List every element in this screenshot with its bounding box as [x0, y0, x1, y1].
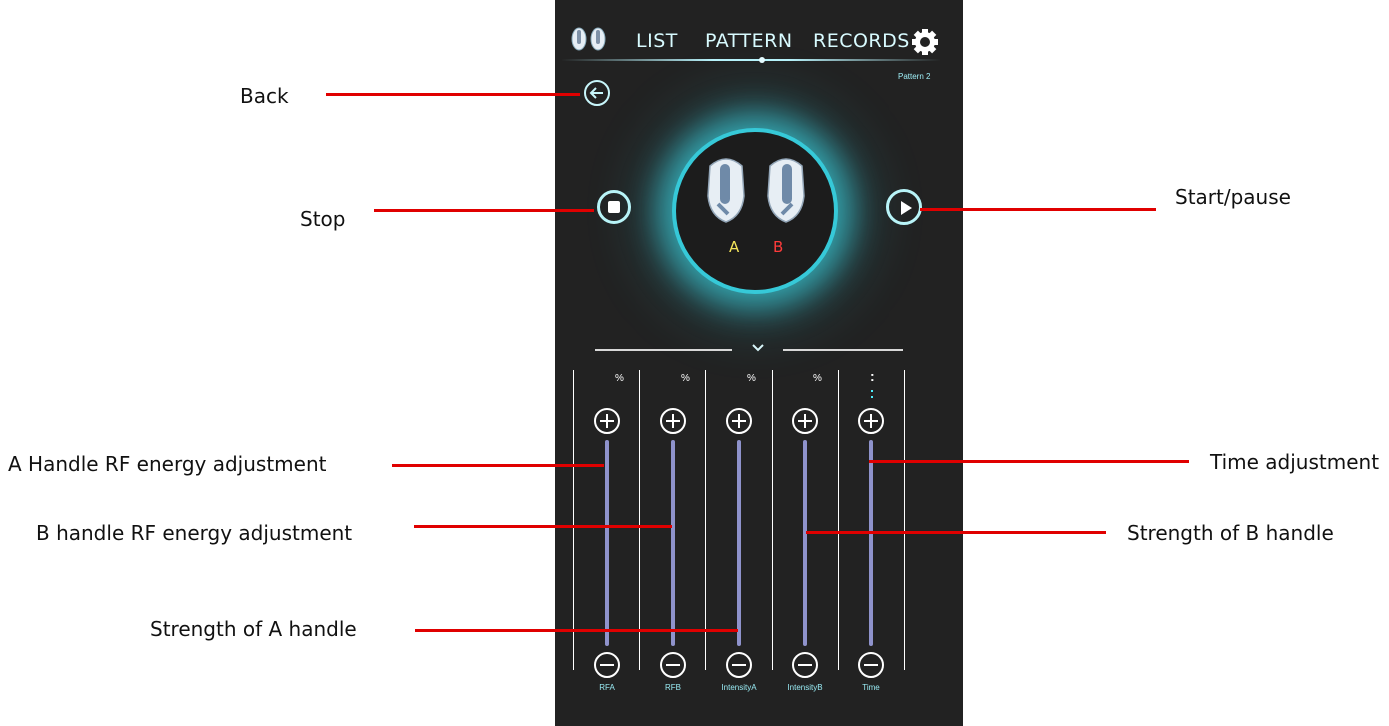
annotation-time: Time adjustment [1210, 450, 1380, 474]
stop-icon [608, 201, 620, 213]
rfa-plus-button[interactable] [593, 407, 621, 435]
column-separator [772, 370, 773, 670]
intensity-b-unit: % [813, 373, 822, 384]
intensity-b-label: IntensityB [787, 683, 823, 692]
rfa-slider-track[interactable] [605, 440, 609, 646]
handles-display: A B [676, 132, 834, 290]
annotation-line-rfa [392, 464, 604, 467]
rfb-plus-button[interactable] [659, 407, 687, 435]
chevron-down-icon[interactable] [751, 343, 765, 353]
nav-underline [561, 59, 941, 61]
rfb-minus-button[interactable] [659, 651, 687, 679]
time-dot-indicator [871, 390, 873, 392]
annotation-line-start [920, 208, 1156, 211]
annotation-line-time [869, 460, 1189, 463]
column-separator [705, 370, 706, 670]
handles-logo-icon[interactable] [569, 26, 609, 54]
annotation-stop: Stop [300, 207, 346, 231]
annotation-start-pause: Start/pause [1175, 185, 1291, 209]
column-separator [838, 370, 839, 670]
handle-b-label: B [773, 238, 784, 256]
intensity-a-plus-button[interactable] [725, 407, 753, 435]
rfa-unit: % [615, 373, 624, 384]
intensity-a-minus-button[interactable] [725, 651, 753, 679]
intensity-b-plus-button[interactable] [791, 407, 819, 435]
annotation-line-intensity-a [415, 629, 738, 632]
column-separator [573, 370, 574, 670]
pattern-label: Pattern 2 [898, 72, 931, 81]
time-minus-button[interactable] [857, 651, 885, 679]
intensity-a-unit: % [747, 373, 756, 384]
rfb-unit: % [681, 373, 690, 384]
annotation-line-stop [374, 209, 594, 212]
stop-button[interactable] [597, 190, 631, 224]
rfb-label: RFB [665, 683, 681, 692]
back-button[interactable] [583, 79, 611, 107]
column-separator [904, 370, 905, 670]
play-icon [901, 201, 912, 215]
time-plus-button[interactable] [857, 407, 885, 435]
intensity-b-minus-button[interactable] [791, 651, 819, 679]
time-label: Time [862, 683, 880, 692]
time-dot-indicator [871, 396, 873, 398]
time-slider-track[interactable] [869, 440, 873, 646]
divider-left [595, 349, 732, 351]
rfb-slider-track[interactable] [671, 440, 675, 646]
divider-right [783, 349, 903, 351]
play-button[interactable] [886, 189, 922, 225]
column-separator [639, 370, 640, 670]
gear-icon[interactable] [911, 28, 939, 56]
intensity-a-label: IntensityA [721, 683, 757, 692]
annotation-intensity-a: Strength of A handle [150, 617, 357, 641]
annotation-rfb: B handle RF energy adjustment [36, 521, 353, 545]
annotation-line-intensity-b [806, 531, 1106, 534]
intensity-a-slider-track[interactable] [737, 440, 741, 646]
annotation-rfa: A Handle RF energy adjustment [8, 452, 327, 476]
handle-a-label: A [729, 238, 740, 256]
nav-list[interactable]: LIST [636, 30, 678, 52]
rfa-minus-button[interactable] [593, 651, 621, 679]
annotation-line-rfb [414, 525, 672, 528]
time-unit: : [870, 368, 875, 384]
app-screen: LIST PATTERN RECORDS Pattern 2 A B % RFA… [555, 0, 963, 726]
rfa-label: RFA [599, 683, 615, 692]
intensity-b-slider-track[interactable] [803, 440, 807, 646]
handle-b-icon [767, 158, 805, 223]
nav-indicator [759, 57, 765, 63]
annotation-back: Back [240, 84, 289, 108]
handle-a-icon [707, 158, 745, 223]
nav-records[interactable]: RECORDS [813, 30, 910, 52]
annotation-intensity-b: Strength of B handle [1127, 521, 1334, 545]
annotation-line-back [326, 93, 580, 96]
nav-pattern[interactable]: PATTERN [705, 30, 793, 52]
